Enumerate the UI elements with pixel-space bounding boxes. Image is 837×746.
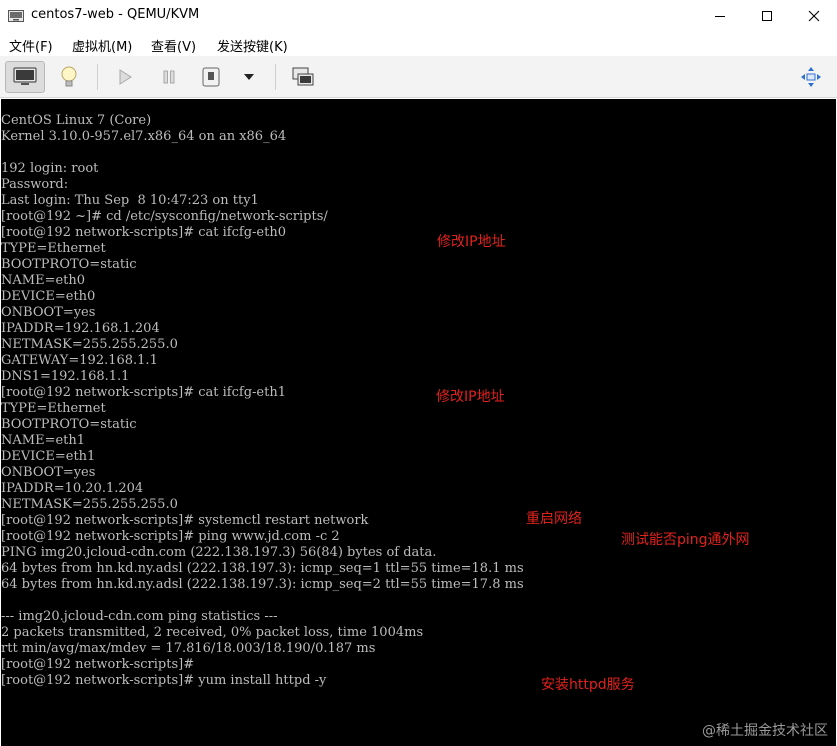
console-line: [root@192 network-scripts]# yum install … bbox=[1, 673, 327, 688]
window-title: centos7-web - QEMU/KVM bbox=[31, 7, 200, 22]
minimize-icon bbox=[715, 15, 725, 17]
annotation-modify-ip-eth1: 修改IP地址 bbox=[436, 389, 505, 405]
shutdown-dropdown-button[interactable] bbox=[238, 66, 260, 88]
console-line: ONBOOT=yes bbox=[1, 465, 96, 480]
snapshots-button[interactable] bbox=[289, 63, 317, 91]
console-line: IPADDR=192.168.1.204 bbox=[1, 321, 160, 336]
console-line: NETMASK=255.255.255.0 bbox=[1, 337, 178, 352]
menu-send-key[interactable]: 发送按键(K) bbox=[217, 36, 288, 55]
console-monitor-icon bbox=[13, 67, 37, 85]
details-lightbulb-icon bbox=[61, 66, 77, 87]
console-line: TYPE=Ethernet bbox=[1, 401, 106, 416]
console-line: Kernel 3.10.0-957.el7.x86_64 on an x86_6… bbox=[1, 129, 287, 144]
console-line: IPADDR=10.20.1.204 bbox=[1, 481, 144, 496]
run-icon bbox=[119, 69, 132, 85]
console-line: --- img20.jcloud-cdn.com ping statistics… bbox=[1, 609, 278, 624]
console-line: [root@192 network-scripts]# systemctl re… bbox=[1, 513, 369, 528]
console-line: NAME=eth1 bbox=[1, 433, 86, 448]
menu-file[interactable]: 文件(F) bbox=[9, 36, 53, 55]
resize-to-vm-icon bbox=[801, 67, 821, 87]
annotation-install-httpd: 安装httpd服务 bbox=[541, 677, 635, 693]
console-line: TYPE=Ethernet bbox=[1, 241, 106, 256]
console-line: CentOS Linux 7 (Core) bbox=[1, 113, 152, 128]
console-line: [root@192 network-scripts]# cat ifcfg-et… bbox=[1, 225, 286, 240]
minimize-button[interactable] bbox=[697, 0, 743, 31]
console-line: Password: bbox=[1, 177, 69, 192]
toolbar bbox=[0, 56, 837, 98]
console-line: BOOTPROTO=static bbox=[1, 257, 137, 272]
maximize-icon bbox=[762, 10, 772, 21]
console-line: DEVICE=eth1 bbox=[1, 449, 96, 464]
annotation-restart-network: 重启网络 bbox=[526, 511, 582, 527]
console-line: [root@192 network-scripts]# ping www.jd.… bbox=[1, 529, 340, 544]
show-details-button[interactable] bbox=[55, 62, 83, 92]
console-line: ONBOOT=yes bbox=[1, 305, 96, 320]
console-line: PING img20.jcloud-cdn.com (222.138.197.3… bbox=[1, 545, 437, 560]
show-console-button[interactable] bbox=[5, 61, 45, 93]
console-line: BOOTPROTO=static bbox=[1, 417, 137, 432]
run-button[interactable] bbox=[112, 64, 138, 90]
shutdown-icon bbox=[202, 67, 220, 87]
console-line: rtt min/avg/max/mdev = 17.816/18.003/18.… bbox=[1, 641, 376, 656]
console-line: 2 packets transmitted, 2 received, 0% pa… bbox=[1, 625, 424, 640]
close-icon bbox=[808, 10, 820, 21]
annotation-test-ping: 测试能否ping通外网 bbox=[621, 532, 750, 548]
vm-console[interactable]: CentOS Linux 7 (Core) Kernel 3.10.0-957.… bbox=[1, 99, 836, 746]
console-line: Last login: Thu Sep 8 10:47:23 on tty1 bbox=[1, 193, 259, 208]
toolbar-separator bbox=[97, 64, 98, 90]
console-line: DEVICE=eth0 bbox=[1, 289, 96, 304]
console-line: DNS1=192.168.1.1 bbox=[1, 369, 130, 384]
console-line: GATEWAY=192.168.1.1 bbox=[1, 353, 158, 368]
toolbar-separator bbox=[275, 64, 276, 90]
maximize-button[interactable] bbox=[744, 0, 790, 31]
app-icon bbox=[8, 10, 24, 22]
title-bar: centos7-web - QEMU/KVM bbox=[0, 0, 837, 31]
menu-view[interactable]: 查看(V) bbox=[151, 36, 196, 55]
close-button[interactable] bbox=[791, 0, 837, 31]
console-line: NAME=eth0 bbox=[1, 273, 86, 288]
console-line: 192 login: root bbox=[1, 161, 99, 176]
watermark: @稀土掘金技术社区 bbox=[702, 723, 828, 739]
menu-bar: 文件(F) 虚拟机(M) 查看(V) 发送按键(K) bbox=[0, 31, 837, 56]
console-line: NETMASK=255.255.255.0 bbox=[1, 497, 178, 512]
menu-virtual-machine[interactable]: 虚拟机(M) bbox=[72, 36, 132, 55]
console-line: [root@192 ~]# cd /etc/sysconfig/network-… bbox=[1, 209, 328, 224]
console-line: [root@192 network-scripts]# bbox=[1, 657, 195, 672]
console-line: 64 bytes from hn.kd.ny.adsl (222.138.197… bbox=[1, 561, 524, 576]
console-line: [root@192 network-scripts]# cat ifcfg-et… bbox=[1, 385, 286, 400]
pause-icon bbox=[163, 70, 175, 84]
snapshots-icon bbox=[292, 67, 314, 86]
shutdown-button[interactable] bbox=[198, 64, 224, 90]
resize-to-vm-button[interactable] bbox=[797, 63, 825, 91]
annotation-modify-ip-eth0: 修改IP地址 bbox=[437, 234, 506, 250]
console-line: 64 bytes from hn.kd.ny.adsl (222.138.197… bbox=[1, 577, 524, 592]
shutdown-dropdown-icon bbox=[244, 74, 254, 80]
pause-button[interactable] bbox=[156, 64, 182, 90]
